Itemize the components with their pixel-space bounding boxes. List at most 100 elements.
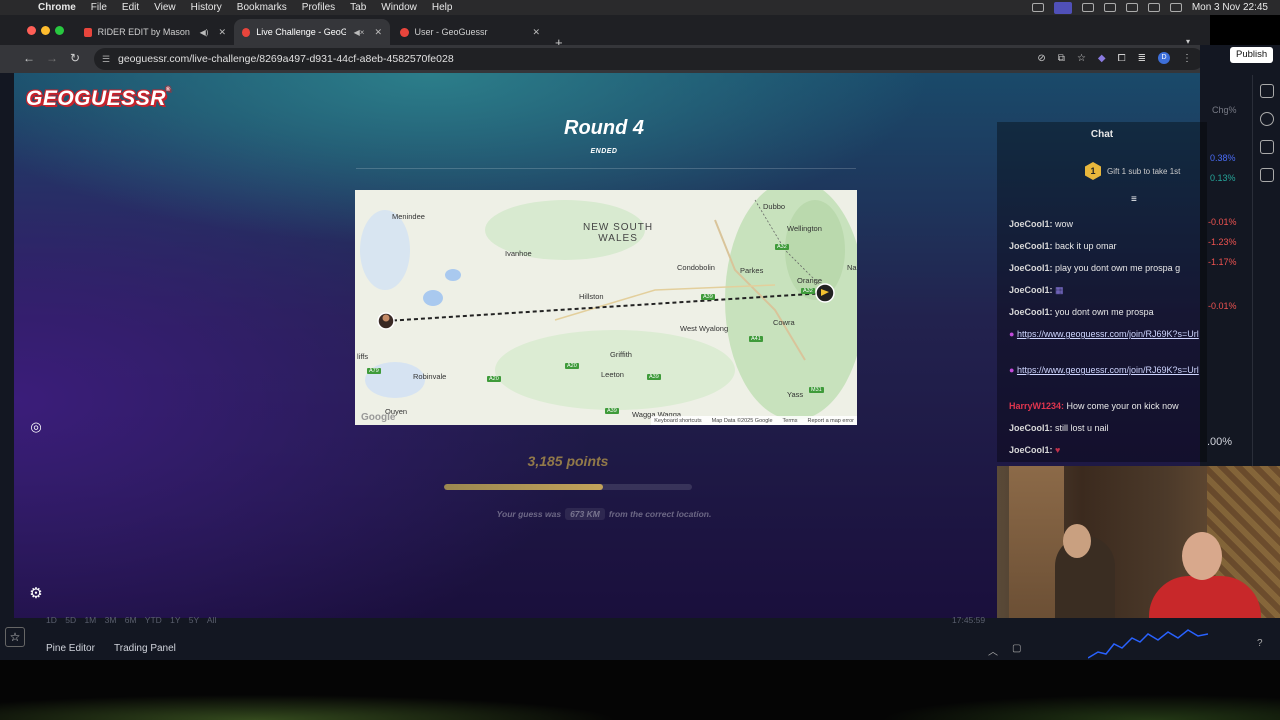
timeframe-selector[interactable]: 1D 5D 1M 3M 6M YTD 1Y 5Y All — [46, 615, 216, 625]
chat-username[interactable]: JoeCool1: — [1009, 285, 1053, 295]
geoguessr-favicon-icon — [242, 27, 251, 37]
tab-user-geoguessr[interactable]: User - GeoGuessr ✕ — [392, 19, 548, 45]
road-shield: A20 — [487, 376, 501, 382]
watchlist-icon[interactable] — [1259, 84, 1274, 98]
chat-username[interactable]: JoeCool1: — [1009, 219, 1053, 229]
menu-tab[interactable]: Tab — [350, 2, 366, 13]
alerts-clock-icon[interactable] — [1259, 112, 1274, 126]
extension-icon[interactable]: ◆ — [1098, 53, 1106, 64]
maximize-icon[interactable]: ▢ — [1012, 643, 1021, 654]
chat-text: play you dont own me prospa g — [1055, 263, 1181, 273]
minimize-window-button[interactable] — [41, 26, 50, 35]
trading-panel-tab[interactable]: Trading Panel — [114, 643, 176, 654]
clock[interactable]: Mon 3 Nov 22:45 — [1192, 2, 1268, 13]
tv-value: 0.13% — [1210, 173, 1236, 183]
close-window-button[interactable] — [27, 26, 36, 35]
chat-text: How come your on kick now — [1066, 401, 1179, 411]
map-place: Robinvale — [413, 372, 447, 381]
help-icon[interactable]: ? — [1257, 638, 1263, 649]
chat-username[interactable]: JoeCool1: — [1009, 423, 1053, 433]
speaker-icon[interactable]: ◀) — [200, 28, 209, 37]
pine-editor-tab[interactable]: Pine Editor — [46, 643, 95, 654]
back-arrow-icon[interactable]: ← — [23, 51, 35, 65]
forward-arrow-icon[interactable]: → — [46, 51, 58, 65]
close-tab-icon[interactable]: ✕ — [218, 27, 226, 38]
chat-message: JoeCool1: still lost u nail — [1009, 422, 1257, 444]
mini-chart — [1088, 629, 1208, 659]
chat-link[interactable]: https://www.geoguessr.com/join/RJ69K?s=U… — [1017, 329, 1199, 339]
chat-username[interactable]: JoeCool1: — [1009, 263, 1053, 273]
geoguessr-logo[interactable]: GEOGUESSR® — [26, 87, 171, 111]
chat-link[interactable]: https://www.geoguessr.com/join/RJ69K?s=U… — [1017, 365, 1199, 375]
menu-file[interactable]: File — [91, 2, 107, 13]
menu-bookmarks[interactable]: Bookmarks — [237, 2, 287, 13]
divider — [356, 168, 856, 169]
site-info-icon[interactable]: ☰ — [102, 54, 110, 65]
rank-badge: 1 — [1085, 162, 1101, 180]
eye-off-icon[interactable]: ⊘ — [1037, 53, 1045, 64]
more-menu-icon[interactable]: ⋮ — [1182, 53, 1192, 64]
favorite-star-icon[interactable]: ☆ — [5, 627, 25, 647]
logo-text: GEOGUESSR — [26, 87, 166, 110]
terms-link[interactable]: Terms — [783, 418, 798, 424]
settings-gear-icon[interactable]: ⚙ — [26, 584, 46, 604]
road-shield: M31 — [809, 387, 824, 393]
map-place: Parkes — [740, 266, 764, 275]
tv-value: 0.38% — [1210, 153, 1236, 163]
chat-toggle-icon[interactable]: ◎ — [26, 417, 46, 437]
layers-icon[interactable] — [1259, 140, 1274, 154]
status-icon[interactable] — [1031, 3, 1044, 12]
streamer-left-head — [1063, 524, 1091, 558]
address-bar[interactable]: ☰ geoguessr.com/live-challenge/8269a497-… — [94, 48, 1204, 70]
menu-help[interactable]: Help — [432, 2, 453, 13]
pinned-scroll-icon[interactable]: ≡ — [1131, 194, 1137, 205]
road-shield: A32 — [801, 288, 815, 294]
muted-speaker-icon[interactable]: ◀× — [354, 28, 365, 37]
map-place: Griffith — [610, 350, 632, 359]
gift-sub-banner[interactable]: 1 Gift 1 sub to take 1st — [1085, 162, 1180, 180]
bookmark-star-icon[interactable]: ☆ — [1077, 53, 1086, 64]
close-tab-icon[interactable]: ✕ — [374, 27, 382, 38]
status-icon[interactable] — [1081, 3, 1094, 12]
map-region-label: NEW SOUTH WALES — [583, 222, 653, 244]
score-progress-bar — [444, 484, 692, 490]
tab-rider-edit[interactable]: RIDER EDIT by Mason Col ◀) ✕ — [76, 19, 234, 45]
distance-value: 673 KM — [565, 508, 605, 520]
menu-window[interactable]: Window — [381, 2, 417, 13]
profile-avatar[interactable]: D — [1158, 52, 1170, 64]
report-error-link[interactable]: Report a map error — [808, 418, 854, 424]
result-map[interactable]: NEW SOUTH WALES Menindee Ivanhoe Dubbo We… — [355, 190, 857, 425]
search-icon[interactable] — [1169, 3, 1182, 12]
tv-clock: 17:45:59 — [952, 615, 986, 625]
status-icon[interactable] — [1103, 3, 1116, 12]
reload-icon[interactable]: ↻ — [70, 51, 80, 65]
close-tab-icon[interactable]: ✕ — [532, 27, 540, 38]
gift-text: Gift 1 sub to take 1st — [1107, 166, 1181, 176]
chat-username[interactable]: HarryW1234: — [1009, 401, 1064, 411]
chat-username[interactable]: JoeCool1: — [1009, 241, 1053, 251]
menu-view[interactable]: View — [154, 2, 176, 13]
youtube-favicon-icon — [84, 27, 92, 37]
tab-live-challenge[interactable]: Live Challenge - GeoGue ◀× ✕ — [234, 19, 390, 45]
install-icon[interactable]: ⧉ — [1058, 53, 1065, 64]
chat-message: HarryW1234: How come your on kick now — [1009, 400, 1257, 422]
publish-button[interactable]: Publish — [1230, 47, 1274, 63]
screen-share-icon[interactable] — [1053, 1, 1072, 14]
zoom-window-button[interactable] — [55, 26, 64, 35]
chat-bubble-icon[interactable] — [1259, 168, 1274, 182]
chevron-up-icon[interactable]: ︿ — [988, 643, 998, 658]
wifi-icon[interactable] — [1147, 3, 1160, 12]
menu-edit[interactable]: Edit — [122, 2, 139, 13]
menu-profiles[interactable]: Profiles — [302, 2, 335, 13]
chat-username[interactable]: JoeCool1: — [1009, 445, 1053, 455]
battery-icon[interactable] — [1125, 3, 1138, 12]
puzzle-icon[interactable]: ⧠ — [1118, 53, 1126, 64]
road-shield: A79 — [367, 368, 381, 374]
chat-username[interactable]: JoeCool1: — [1009, 307, 1053, 317]
map-place: Na — [847, 263, 857, 272]
chat-message: JoeCool1: ▦ — [1009, 284, 1257, 306]
menu-app-name[interactable]: Chrome — [38, 2, 76, 13]
reading-list-icon[interactable]: ≣ — [1138, 53, 1146, 64]
menu-history[interactable]: History — [191, 2, 222, 13]
keyboard-shortcuts-link[interactable]: Keyboard shortcuts — [654, 418, 701, 424]
